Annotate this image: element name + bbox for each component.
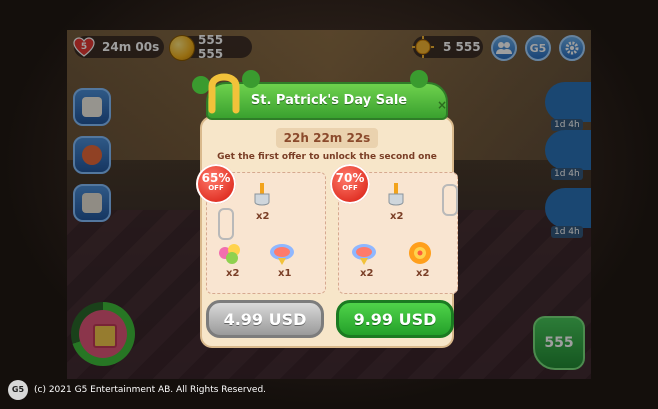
spinning-top-icon xyxy=(352,244,376,265)
discount-percent-1: 65% xyxy=(201,171,231,185)
lollipop-icon xyxy=(409,242,431,264)
offer-1-item-2-qty: x2 xyxy=(226,268,240,279)
horseshoe-icon xyxy=(208,73,240,114)
sale-countdown: 22h 22m 22s xyxy=(276,128,378,148)
discount-badge-1: 65% OFF xyxy=(196,164,236,204)
paperclip-icon xyxy=(218,208,234,240)
sale-dialog: St. Patrick's Day Sale × 22h 22m 22s Get… xyxy=(192,70,458,348)
clover-icon xyxy=(410,70,428,88)
paperclip-icon xyxy=(442,184,458,216)
close-button[interactable]: × xyxy=(437,98,447,112)
spinning-top-icon xyxy=(270,244,294,265)
discount-off-1: OFF xyxy=(208,184,224,192)
offer-1-price: 4.99 USD xyxy=(223,309,307,329)
footer: G5 (c) 2021 G5 Entertainment AB. All Rig… xyxy=(0,379,658,409)
offer-2-buy-button[interactable]: 9.99 USD xyxy=(336,300,454,338)
sale-subtitle: Get the first offer to unlock the second… xyxy=(217,152,437,162)
offer-1-item-3-qty: x1 xyxy=(278,268,292,279)
offer-1-buy-button[interactable]: 4.99 USD xyxy=(206,300,324,338)
offer-2-price: 9.99 USD xyxy=(353,309,437,329)
screen-frame: 5 24m 00s 555 555 5 555 G5 1d 4h 1d 4h 1… xyxy=(0,0,658,409)
offer-2-item-3-qty: x2 xyxy=(416,268,430,279)
shovel-icon xyxy=(388,183,404,206)
discount-percent-2: 70% xyxy=(335,171,365,185)
discount-badge-2: 70% OFF xyxy=(330,164,370,204)
shovel-icon xyxy=(254,183,270,206)
discount-off-2: OFF xyxy=(342,184,358,192)
g5-logo: G5 xyxy=(8,380,28,400)
dialog-title: St. Patrick's Day Sale xyxy=(250,93,408,108)
candy-icon xyxy=(219,244,240,264)
dialog-header: St. Patrick's Day Sale × xyxy=(206,82,448,120)
offer-2-item-1-qty: x2 xyxy=(390,211,404,222)
copyright-text: (c) 2021 G5 Entertainment AB. All Rights… xyxy=(34,385,267,395)
offer-1-item-1-qty: x2 xyxy=(256,211,270,222)
clover-icon xyxy=(242,70,260,88)
offer-2-item-2-qty: x2 xyxy=(360,268,374,279)
